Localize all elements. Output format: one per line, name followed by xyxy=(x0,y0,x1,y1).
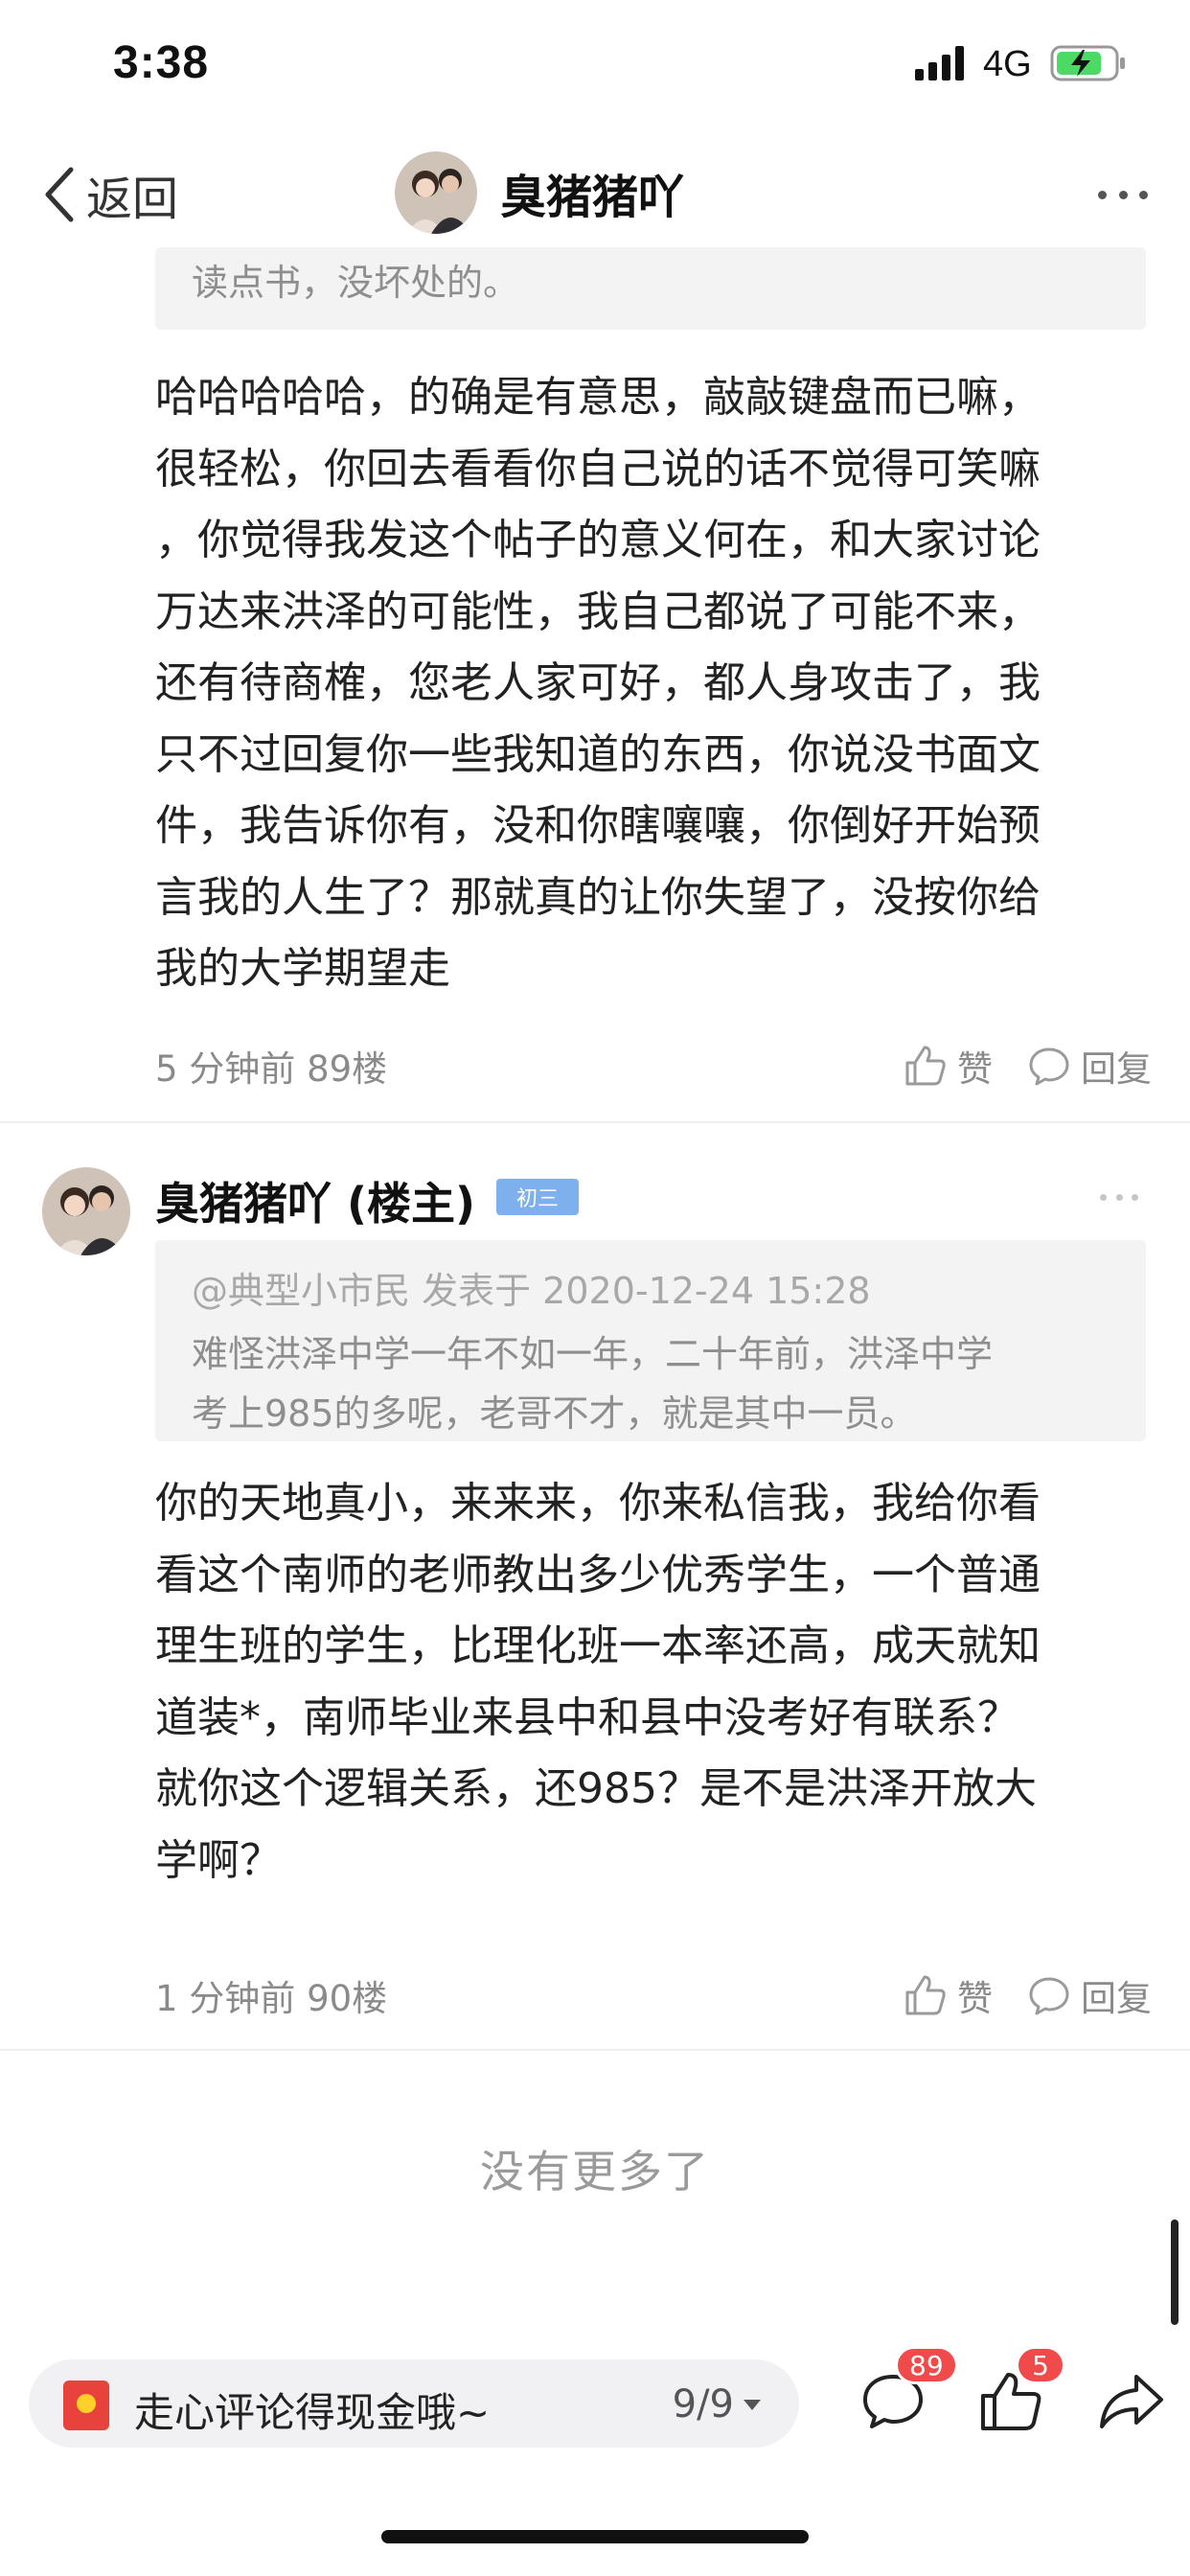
post-line: 就你这个逻辑关系，还985？是不是洪泽开放大 xyxy=(155,1764,1037,1813)
divider xyxy=(0,2049,1190,2051)
reply-button[interactable]: 回复 xyxy=(1027,1969,1152,2021)
post-90-body: 你的天地真小，来来来，你来私信我，我给你看 看这个南师的老师教出多少优秀学生，一… xyxy=(155,1468,1152,1897)
author-avatar[interactable] xyxy=(42,1167,130,1255)
nav-title: 臭猪猪吖 xyxy=(500,171,685,224)
reply-button[interactable]: 回复 xyxy=(1027,1040,1152,1092)
post-line: 学啊？ xyxy=(155,1835,282,1885)
post-line: 还有待商榷，您老人家可好，都人身攻击了，我 xyxy=(155,658,1041,707)
quote-source: @典型小市民 发表于 2020-12-24 15:28 xyxy=(192,1270,871,1312)
like-button[interactable]: 赞 xyxy=(904,1040,993,1092)
more-options-icon[interactable] xyxy=(1100,1194,1138,1204)
comment-count-badge: 89 xyxy=(895,2346,958,2384)
like-label: 赞 xyxy=(957,1048,993,1090)
page-selector[interactable]: 9/9 xyxy=(673,2382,761,2426)
author-name[interactable]: 臭猪猪吖 (楼主) xyxy=(155,1169,475,1232)
back-button[interactable]: 返回 xyxy=(42,161,178,228)
chevron-left-icon xyxy=(45,167,74,222)
like-button[interactable]: 赞 xyxy=(904,1969,993,2021)
like-label: 赞 xyxy=(957,1978,993,2019)
comment-bubble-icon xyxy=(1029,1047,1069,1086)
quoted-text: 读点书，没坏处的。 xyxy=(192,262,520,304)
status-bar: 3:38 4G xyxy=(0,0,1190,130)
thumbs-up-icon xyxy=(905,1046,946,1086)
quote-line: 考上985的多呢，老哥不才，就是其中一员。 xyxy=(192,1392,917,1435)
post-line: ，你觉得我发这个帖子的意义何在，和大家讨论 xyxy=(155,516,1041,564)
battery-icon xyxy=(1050,45,1125,81)
nav-bar: 返回 臭猪猪吖 xyxy=(0,142,1190,247)
post-line: 万达来洪泽的可能性，我自己都说了可能不来， xyxy=(155,586,1041,636)
comment-input[interactable]: 走心评论得现金哦~ 9/9 xyxy=(29,2359,799,2448)
grade-badge: 初三 xyxy=(496,1179,579,1215)
home-indicator[interactable] xyxy=(381,2530,809,2543)
like-count-badge: 5 xyxy=(1016,2346,1065,2384)
post-line: 只不过回复你一些我知道的东西，你说没书面文 xyxy=(155,729,1041,779)
post-line: 件，我告诉你有，没和你瞎嚷嚷，你倒好开始预 xyxy=(155,801,1041,850)
scrollbar[interactable] xyxy=(1171,2220,1179,2325)
end-of-list-label: 没有更多了 xyxy=(480,2146,710,2197)
comment-placeholder: 走心评论得现金哦~ xyxy=(134,2389,491,2436)
comment-bubble-icon xyxy=(1029,1977,1069,2015)
network-label: 4G xyxy=(983,44,1032,84)
post-line: 看这个南师的老师教出多少优秀学生，一个普通 xyxy=(155,1550,1041,1599)
quote-line: 难怪洪泽中学一年不如一年，二十年前，洪泽中学 xyxy=(192,1333,994,1375)
quote-body: 难怪洪泽中学一年不如一年，二十年前，洪泽中学 考上985的多呢，老哥不才，就是其… xyxy=(192,1324,1131,1443)
post-line: 你的天地真小，来来来，你来私信我，我给你看 xyxy=(155,1479,1041,1528)
post-line: 理生班的学生，比理化班一本率还高，成天就知 xyxy=(155,1622,1041,1670)
red-packet-icon xyxy=(63,2380,109,2430)
post-line: 哈哈哈哈哈，的确是有意思，敲敲键盘而已嘛， xyxy=(155,373,1041,422)
divider xyxy=(0,1121,1190,1123)
page-indicator: 9/9 xyxy=(672,2382,734,2426)
post-line: 很轻松，你回去看看你自己说的话不觉得可笑嘛 xyxy=(155,444,1041,494)
post-90-meta: 1 分钟前 90楼 赞 回复 xyxy=(155,1966,1152,2024)
status-time: 3:38 xyxy=(113,37,210,88)
quoted-reply-partial: 读点书，没坏处的。 xyxy=(155,247,1146,330)
reply-label: 回复 xyxy=(1081,1978,1152,2019)
reply-label: 回复 xyxy=(1081,1048,1152,1090)
dropdown-triangle-icon xyxy=(744,2399,761,2410)
signal-icon xyxy=(915,46,964,80)
nav-author[interactable]: 臭猪猪吖 xyxy=(395,150,684,236)
post-89-meta: 5 分钟前 89楼 赞 回复 xyxy=(155,1037,1152,1094)
more-options-icon[interactable] xyxy=(1098,180,1148,209)
author-avatar[interactable] xyxy=(395,151,477,234)
bottom-bar: 走心评论得现金哦~ 9/9 89 5 xyxy=(0,2338,1190,2463)
post-line: 我的大学期望走 xyxy=(155,944,450,993)
thumbs-up-icon xyxy=(905,1975,946,2015)
thread-content: 读点书，没坏处的。 哈哈哈哈哈，的确是有意思，敲敲键盘而已嘛， 很轻松，你回去看… xyxy=(0,247,1190,2288)
quoted-reply: @典型小市民 发表于 2020-12-24 15:28 难怪洪泽中学一年不如一年… xyxy=(155,1240,1146,1441)
post-line: 言我的人生了？那就真的让你失望了，没按你给 xyxy=(155,872,1041,922)
share-icon[interactable] xyxy=(1096,2365,1167,2436)
post-90-header: 臭猪猪吖 (楼主) 初三 xyxy=(0,1148,1190,1255)
post-89-body: 哈哈哈哈哈，的确是有意思，敲敲键盘而已嘛， 很轻松，你回去看看你自己说的话不觉得… xyxy=(155,362,1152,1005)
post-time-floor: 1 分钟前 90楼 xyxy=(155,1978,388,2019)
post-line: 道装*，南师毕业来县中和县中没考好有联系？ xyxy=(155,1692,1019,1742)
back-label: 返回 xyxy=(86,172,179,226)
post-time-floor: 5 分钟前 89楼 xyxy=(155,1048,388,1090)
